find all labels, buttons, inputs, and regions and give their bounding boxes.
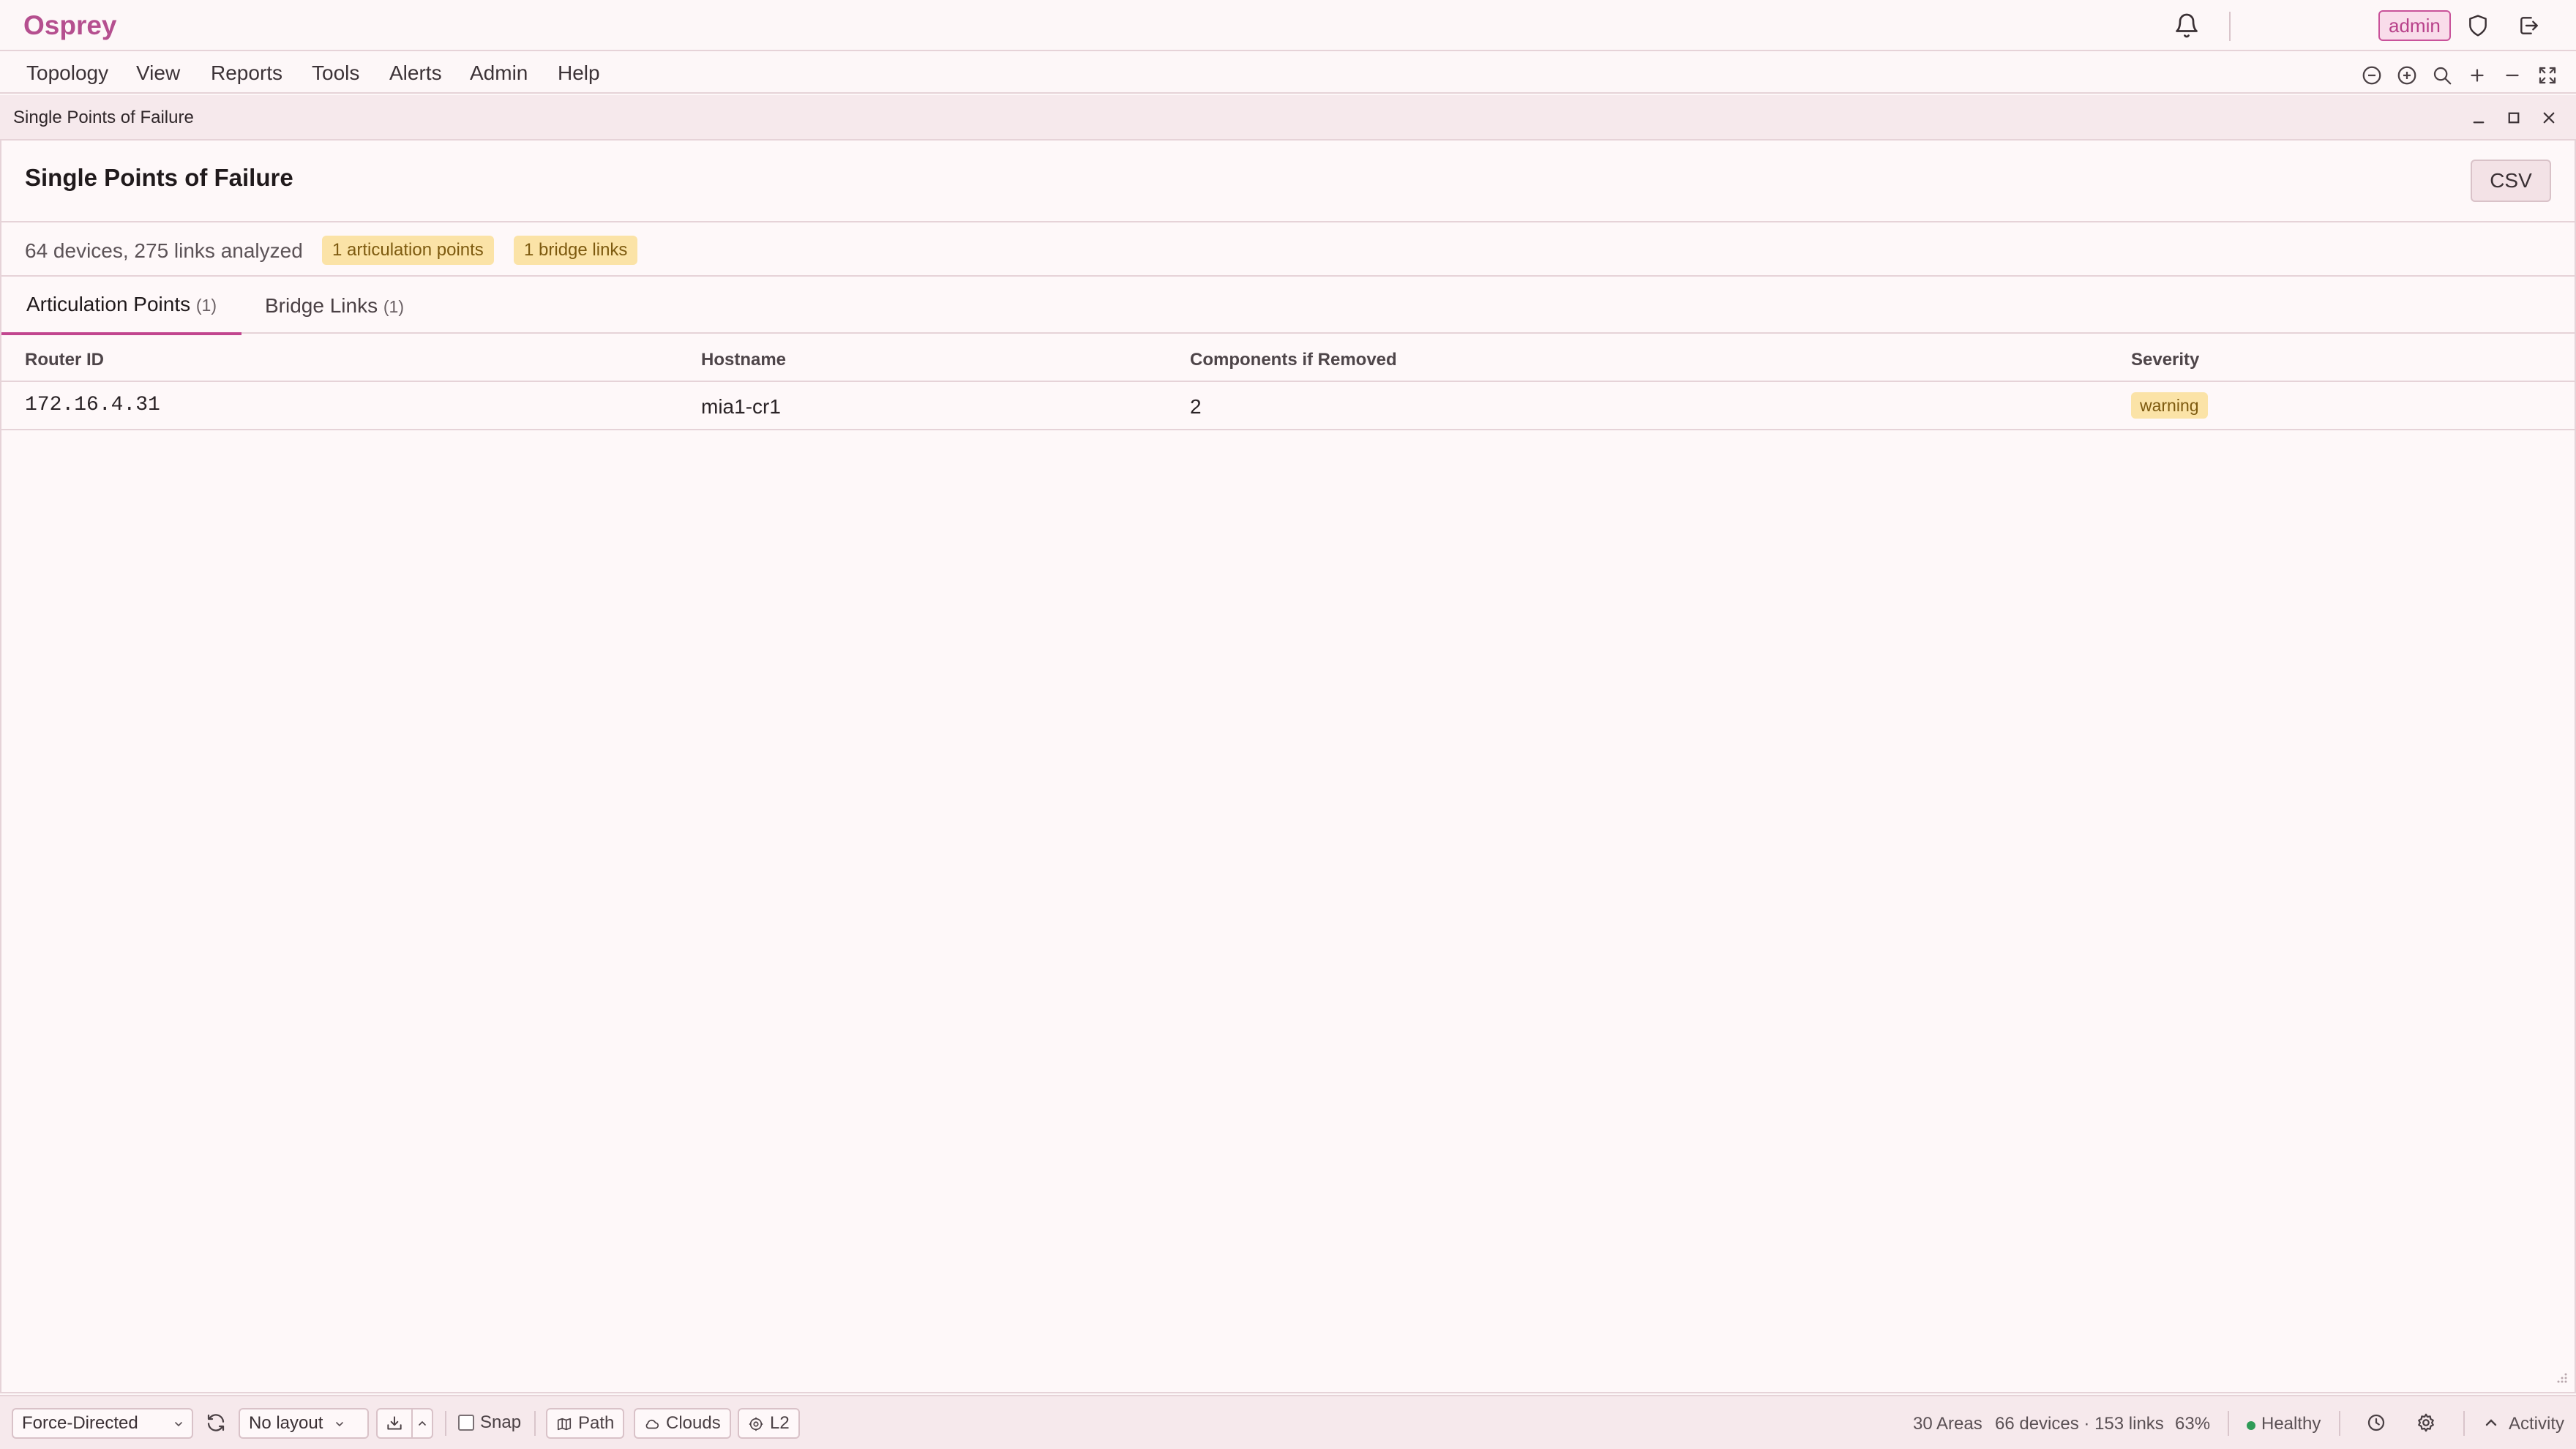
snap-label: Snap [480,1412,522,1432]
chevron-up-icon[interactable] [2482,1414,2500,1431]
menu-alerts[interactable]: Alerts [389,61,442,85]
menu-bar: Topology View Reports Tools Alerts Admin… [0,53,2576,94]
user-role-badge[interactable]: admin [2378,10,2451,41]
tab-count: (1) [195,296,217,315]
clouds-label: Clouds [666,1413,721,1433]
tab-label: Bridge Links [265,294,378,317]
layout-algorithm-value: Force-Directed [22,1413,138,1433]
layout-algorithm-select[interactable]: Force-Directed [12,1408,193,1439]
devices-links-count: 66 devices · 153 links [1995,1414,2164,1434]
minimize-icon[interactable] [2468,107,2490,129]
resize-grip-icon[interactable] [2554,1371,2569,1386]
fit-screen-icon[interactable] [2536,64,2558,86]
components-cell: 2 [1190,395,1202,418]
health-status-dot [2247,1421,2255,1430]
hostname-cell: mia1-cr1 [701,395,781,418]
shield-icon[interactable] [2466,14,2490,37]
snap-checkbox[interactable] [458,1415,474,1431]
table-row[interactable]: 172.16.4.31 mia1-cr1 2 warning [1,382,2575,430]
panel-header: Single Points of Failure CSV [1,141,2575,222]
csv-export-button[interactable]: CSV [2471,160,2551,202]
status-divider [534,1411,536,1436]
status-divider [2228,1411,2229,1436]
cloud-icon [645,1419,659,1429]
zoom-in-circle-icon[interactable] [2396,64,2418,86]
summary-text: 64 devices, 275 links analyzed [25,239,303,262]
path-label: Path [578,1413,615,1433]
column-header-router-id[interactable]: Router ID [25,350,104,370]
status-divider [445,1411,446,1436]
analysis-summary: 64 devices, 275 links analyzed 1 articul… [1,224,2575,277]
plus-icon[interactable] [2466,64,2488,86]
spof-panel: Single Points of Failure CSV 64 devices,… [0,141,2576,1393]
column-header-components[interactable]: Components if Removed [1190,350,1397,370]
maximize-icon[interactable] [2503,107,2525,129]
status-divider [2463,1411,2465,1436]
menu-reports[interactable]: Reports [211,61,282,85]
search-icon[interactable] [2431,64,2453,86]
status-divider [2339,1411,2340,1436]
column-header-severity[interactable]: Severity [2131,350,2199,370]
layout-menu-button[interactable] [411,1408,433,1439]
table-header: Router ID Hostname Components if Removed… [1,334,2575,382]
saved-layout-value: No layout [249,1413,323,1433]
top-header: Osprey admin [0,0,2576,51]
bridge-count-badge: 1 bridge links [514,236,638,265]
menu-topology[interactable]: Topology [26,61,108,85]
save-layout-button[interactable] [376,1408,413,1439]
header-divider [2229,12,2231,41]
refresh-layout-icon[interactable] [205,1412,227,1434]
menu-help[interactable]: Help [558,61,600,85]
clouds-button[interactable]: Clouds [634,1408,731,1439]
path-button[interactable]: Path [546,1408,625,1439]
menu-admin[interactable]: Admin [470,61,528,85]
history-clock-icon[interactable] [2365,1412,2387,1434]
column-header-hostname[interactable]: Hostname [701,350,786,370]
activity-toggle[interactable]: Activity [2509,1414,2564,1434]
bell-icon[interactable] [2174,12,2200,39]
chevron-up-icon [419,1420,426,1426]
save-tray-icon [387,1416,402,1430]
map-icon [557,1418,572,1431]
chevron-down-icon [173,1418,184,1430]
window-title-bar[interactable]: Single Points of Failure [0,95,2576,141]
minus-icon[interactable] [2501,64,2523,86]
zoom-out-circle-icon[interactable] [2361,64,2383,86]
window-title: Single Points of Failure [13,108,194,127]
page-title: Single Points of Failure [25,164,293,191]
router-id-cell: 172.16.4.31 [25,394,160,416]
logout-icon[interactable] [2517,14,2541,37]
health-status[interactable]: Healthy [2261,1414,2321,1434]
tab-bridge-links[interactable]: Bridge Links (1) [242,277,432,334]
tab-label: Articulation Points [26,293,191,315]
settings-gear-icon[interactable] [2415,1412,2437,1434]
menu-view[interactable]: View [136,61,180,85]
chevron-down-icon [334,1418,345,1430]
app-logo[interactable]: Osprey [23,10,117,41]
areas-count: 30 Areas [1913,1414,1982,1434]
menu-tools[interactable]: Tools [312,61,359,85]
snap-toggle[interactable]: Snap [458,1412,521,1433]
l2-label: L2 [770,1413,790,1433]
tab-count: (1) [383,297,404,316]
saved-layout-select[interactable]: No layout [239,1408,369,1439]
gear-icon [749,1417,763,1431]
severity-badge: warning [2131,392,2208,419]
articulation-count-badge: 1 articulation points [322,236,494,265]
tab-articulation-points[interactable]: Articulation Points (1) [1,277,242,335]
l2-button[interactable]: L2 [738,1408,800,1439]
tab-bar: Articulation Points (1) Bridge Links (1) [1,277,2575,335]
status-bar: Force-Directed No layout Snap Path Cloud… [0,1395,2576,1449]
close-icon[interactable] [2538,107,2560,129]
zoom-level: 63% [2175,1414,2211,1434]
